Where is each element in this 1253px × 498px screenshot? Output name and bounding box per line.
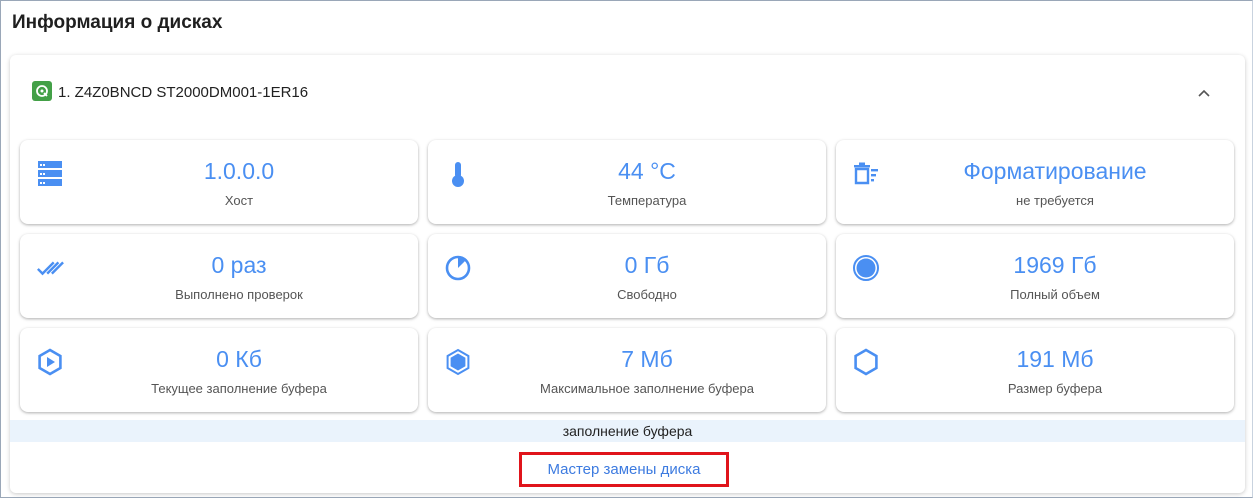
stat-value-temperature: 44 °C <box>618 158 676 184</box>
stat-label-buffer-size: Размер буфера <box>1007 381 1103 396</box>
stat-card-free: 0 Гб Свободно <box>428 234 826 318</box>
stat-label-temperature: Температура <box>607 193 687 208</box>
stat-value-format: Форматирование <box>963 158 1147 184</box>
stat-card-buffer-size: 191 Мб Размер буфера <box>836 328 1234 412</box>
stat-label-checks: Выполнено проверок <box>175 287 303 302</box>
stat-card-host: 1.0.0.0 Хост <box>20 140 418 224</box>
replace-disk-wizard-link[interactable]: Мастер замены диска <box>519 452 729 487</box>
stat-value-buffer-size: 191 Мб <box>1016 346 1094 372</box>
stat-label-host: Хост <box>224 193 254 208</box>
stat-value-total: 1969 Гб <box>1013 252 1097 278</box>
stat-value-host: 1.0.0.0 <box>203 158 275 184</box>
stat-label-free: Свободно <box>617 287 677 302</box>
disk-stats-grid: 1.0.0.0 Хост 44 °C Температура Форматиро… <box>20 140 1235 412</box>
page-title: Информация о дисках <box>12 12 223 33</box>
buffer-fill-bar: заполнение буфера <box>10 420 1245 442</box>
stat-value-buffer-max: 7 Мб <box>621 346 673 372</box>
hdd-status-icon <box>32 81 52 101</box>
disk-panel-header[interactable]: 1. Z4Z0BNCD ST2000DM001-1ER16 <box>10 55 1245 133</box>
stat-value-free: 0 Гб <box>624 252 670 278</box>
disk-name: 1. Z4Z0BNCD ST2000DM001-1ER16 <box>58 84 309 101</box>
stat-card-format: Форматирование не требуется <box>836 140 1234 224</box>
disk-panel: 1. Z4Z0BNCD ST2000DM001-1ER16 1.0.0.0 Хо… <box>10 55 1245 493</box>
chevron-up-icon[interactable] <box>1194 83 1214 103</box>
stat-card-checks: 0 раз Выполнено проверок <box>20 234 418 318</box>
stat-card-buffer-current: 0 Кб Текущее заполнение буфера <box>20 328 418 412</box>
stat-label-buffer-max: Максимальное заполнение буфера <box>540 381 754 396</box>
stat-label-buffer-current: Текущее заполнение буфера <box>151 381 327 396</box>
stat-card-total: 1969 Гб Полный объем <box>836 234 1234 318</box>
stat-label-format: не требуется <box>1016 193 1094 208</box>
stat-card-buffer-max: 7 Мб Максимальное заполнение буфера <box>428 328 826 412</box>
stat-card-temperature: 44 °C Температура <box>428 140 826 224</box>
stat-label-total: Полный объем <box>1010 287 1100 302</box>
stat-value-buffer-current: 0 Кб <box>216 346 262 372</box>
stat-value-checks: 0 раз <box>211 252 267 278</box>
